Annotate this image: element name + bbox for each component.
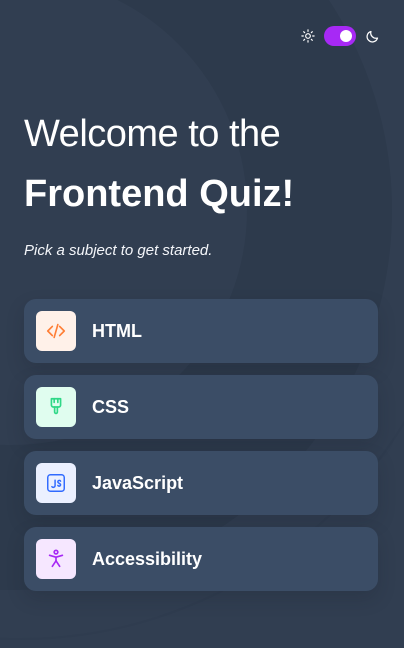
- subject-label: HTML: [92, 320, 142, 341]
- css-icon: [36, 387, 76, 427]
- switch-knob: [340, 30, 352, 42]
- subject-html-button[interactable]: HTML: [24, 299, 378, 363]
- subject-javascript-button[interactable]: JavaScript: [24, 451, 378, 515]
- subject-accessibility-button[interactable]: Accessibility: [24, 527, 378, 591]
- subtitle: Pick a subject to get started.: [24, 242, 213, 259]
- quiz-title: Frontend Quiz!: [24, 173, 295, 215]
- html-icon: [36, 311, 76, 351]
- sun-icon: [300, 28, 316, 44]
- subject-label: Accessibility: [92, 548, 203, 569]
- dark-mode-switch[interactable]: [324, 26, 356, 46]
- subject-label: JavaScript: [92, 472, 184, 493]
- welcome-heading: Welcome to the: [24, 113, 281, 155]
- subject-label: CSS: [92, 396, 130, 417]
- accessibility-icon: [36, 539, 76, 579]
- hero: Welcome to the Frontend Quiz! Pick a sub…: [24, 112, 380, 259]
- theme-toggle: [300, 26, 380, 46]
- javascript-icon: [36, 463, 76, 503]
- subject-css-button[interactable]: CSS: [24, 375, 378, 439]
- subject-list: HTML CSS JavaScript Accessibility: [24, 299, 378, 591]
- moon-icon: [364, 28, 380, 44]
